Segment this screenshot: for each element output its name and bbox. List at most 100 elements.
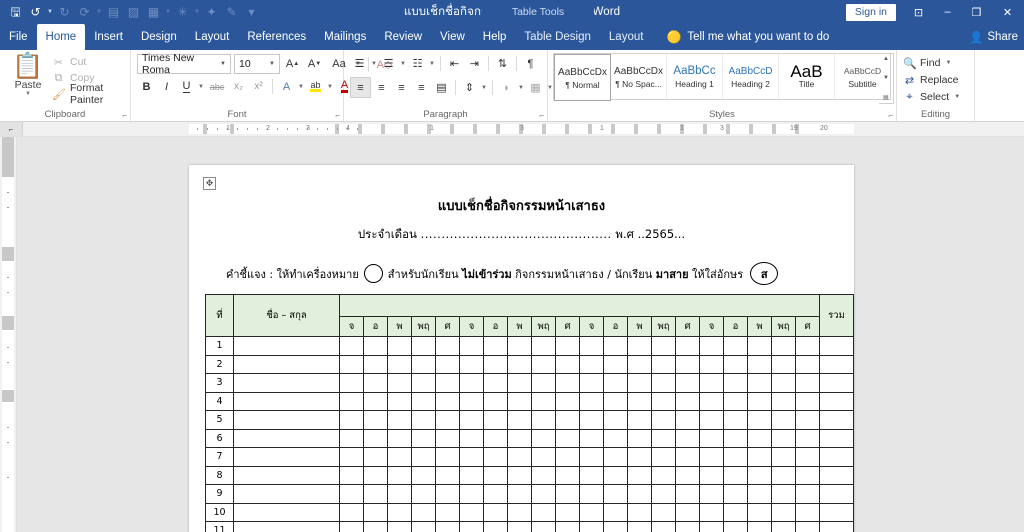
row-day-cell[interactable]: [724, 485, 748, 504]
vruler-page-segment[interactable]: [2, 402, 14, 532]
table-row[interactable]: 4: [206, 392, 854, 411]
row-day-cell[interactable]: [748, 392, 772, 411]
row-day-cell[interactable]: [556, 392, 580, 411]
decrease-indent-icon[interactable]: ⇤: [445, 54, 464, 73]
row-day-cell[interactable]: [460, 411, 484, 430]
row-day-cell[interactable]: [412, 522, 436, 532]
row-name-cell[interactable]: [234, 429, 340, 448]
row-day-cell[interactable]: [436, 429, 460, 448]
align-right-icon[interactable]: ≡: [392, 78, 411, 97]
row-day-cell[interactable]: [508, 392, 532, 411]
increase-indent-icon[interactable]: ⇥: [465, 54, 484, 73]
row-day-cell[interactable]: [436, 503, 460, 522]
ruler-column-marker[interactable]: [473, 124, 477, 134]
row-day-cell[interactable]: [628, 485, 652, 504]
row-day-cell[interactable]: [700, 448, 724, 467]
row-day-cell[interactable]: [484, 392, 508, 411]
row-day-cell[interactable]: [580, 392, 604, 411]
row-name-cell[interactable]: [234, 392, 340, 411]
clipboard-dialog-launcher-icon[interactable]: ⌐: [122, 111, 127, 120]
row-day-cell[interactable]: [436, 337, 460, 356]
styles-gallery-scroll[interactable]: ▲ ▼ ▤: [879, 53, 894, 104]
style-title[interactable]: AaB Title: [779, 54, 835, 99]
row-name-cell[interactable]: [234, 466, 340, 485]
row-day-cell[interactable]: [460, 522, 484, 532]
row-day-cell[interactable]: [748, 485, 772, 504]
row-name-cell[interactable]: [234, 337, 340, 356]
horizontal-ruler[interactable]: ⌐ 1234131131920: [0, 122, 1024, 137]
row-day-cell[interactable]: [412, 448, 436, 467]
row-day-cell[interactable]: [772, 503, 796, 522]
row-name-cell[interactable]: [234, 503, 340, 522]
row-day-cell[interactable]: [772, 485, 796, 504]
vruler-margin-segment[interactable]: [2, 137, 14, 177]
align-center-icon[interactable]: ≡: [372, 78, 391, 97]
row-day-cell[interactable]: [436, 466, 460, 485]
row-name-cell[interactable]: [234, 355, 340, 374]
row-day-cell[interactable]: [796, 374, 820, 393]
style-normal[interactable]: AaBbCcDx ¶ Normal: [554, 54, 611, 101]
text-highlight-color-icon[interactable]: ab: [306, 77, 325, 96]
row-day-cell[interactable]: [532, 466, 556, 485]
table-row[interactable]: 11: [206, 522, 854, 532]
save-icon[interactable]: 🖫: [6, 3, 25, 22]
shading-chevron-icon[interactable]: ▼: [517, 85, 525, 91]
row-name-cell[interactable]: [234, 485, 340, 504]
ribbon-display-options-icon[interactable]: ⊡: [904, 0, 933, 24]
row-day-cell[interactable]: [700, 466, 724, 485]
table-row[interactable]: 10: [206, 503, 854, 522]
row-day-cell[interactable]: [604, 355, 628, 374]
row-day-cell[interactable]: [532, 485, 556, 504]
row-name-cell[interactable]: [234, 411, 340, 430]
row-day-cell[interactable]: [436, 374, 460, 393]
row-day-cell[interactable]: [628, 355, 652, 374]
row-day-cell[interactable]: [556, 374, 580, 393]
borders-icon[interactable]: ▦: [526, 78, 545, 97]
replace-button[interactable]: ⇄ Replace: [903, 72, 959, 88]
ruler-column-marker[interactable]: [726, 124, 730, 134]
tab-design[interactable]: Design: [132, 24, 186, 50]
row-day-cell[interactable]: [700, 429, 724, 448]
row-name-cell[interactable]: [234, 448, 340, 467]
bullets-chevron-icon[interactable]: ▼: [370, 61, 378, 67]
document-page[interactable]: ✥ แบบเช็กชื่อกิจกรรมหน้าเสาธง ประจำเดือน…: [189, 165, 854, 532]
table-row[interactable]: 3: [206, 374, 854, 393]
row-day-cell[interactable]: [364, 466, 388, 485]
row-number-cell[interactable]: 8: [206, 466, 234, 485]
row-day-cell[interactable]: [532, 429, 556, 448]
table-row[interactable]: 1: [206, 337, 854, 356]
row-day-cell[interactable]: [748, 466, 772, 485]
row-day-cell[interactable]: [724, 522, 748, 532]
row-day-cell[interactable]: [604, 448, 628, 467]
subscript-icon[interactable]: x₂: [229, 77, 248, 96]
row-day-cell[interactable]: [340, 522, 364, 532]
row-total-cell[interactable]: [820, 337, 854, 356]
repeat-icon[interactable]: ⟳: [75, 3, 94, 22]
tell-me-search[interactable]: 🟡 Tell me what you want to do: [666, 24, 829, 50]
font-dialog-launcher-icon[interactable]: ⌐: [335, 111, 340, 120]
small-dot-icon[interactable]: ✦: [202, 3, 221, 22]
row-day-cell[interactable]: [460, 337, 484, 356]
shrink-font-icon[interactable]: A▼: [305, 55, 324, 73]
row-day-cell[interactable]: [628, 392, 652, 411]
ruler-column-marker[interactable]: [230, 124, 234, 134]
row-day-cell[interactable]: [484, 429, 508, 448]
table-row[interactable]: 9: [206, 485, 854, 504]
row-day-cell[interactable]: [748, 429, 772, 448]
italic-icon[interactable]: I: [157, 77, 176, 96]
format-painter-button[interactable]: 🖌 Format Painter: [52, 86, 130, 102]
line-spacing-chevron-icon[interactable]: ▼: [480, 85, 488, 91]
row-day-cell[interactable]: [676, 522, 700, 532]
row-day-cell[interactable]: [508, 337, 532, 356]
row-day-cell[interactable]: [700, 392, 724, 411]
multilevel-list-icon[interactable]: ☷: [408, 54, 427, 73]
row-day-cell[interactable]: [484, 411, 508, 430]
row-day-cell[interactable]: [532, 448, 556, 467]
minimize-button[interactable]: –: [933, 0, 962, 24]
row-day-cell[interactable]: [364, 392, 388, 411]
row-day-cell[interactable]: [460, 392, 484, 411]
row-day-cell[interactable]: [700, 374, 724, 393]
row-day-cell[interactable]: [364, 355, 388, 374]
vruler-margin-segment[interactable]: [2, 247, 14, 261]
row-day-cell[interactable]: [604, 374, 628, 393]
